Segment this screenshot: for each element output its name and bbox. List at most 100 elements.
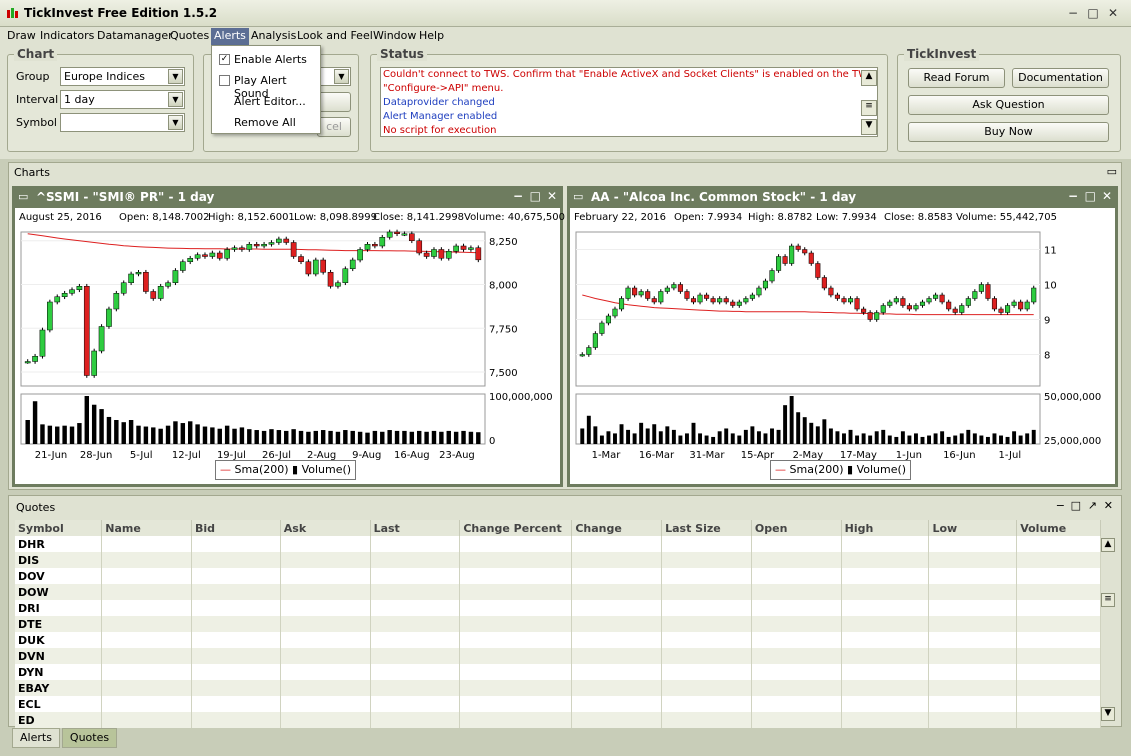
cancel-button[interactable]: cel <box>317 117 351 137</box>
candle <box>39 329 46 357</box>
tab-quotes[interactable]: Quotes <box>62 728 117 748</box>
close-icon[interactable]: ✕ <box>547 189 557 203</box>
table-row[interactable]: DIS <box>15 552 1101 568</box>
table-cell <box>928 664 1018 680</box>
table-cell <box>661 568 752 584</box>
table-row[interactable]: DVN <box>15 648 1101 664</box>
menu-item-alert-editor[interactable]: Alert Editor... <box>234 95 306 108</box>
y-tick-label: 9 <box>1044 316 1050 327</box>
scroll-up-icon[interactable]: ▲ <box>1101 538 1115 552</box>
chevron-down-icon[interactable]: ▼ <box>168 92 183 107</box>
table-row[interactable]: DOW <box>15 584 1101 600</box>
chevron-down-icon[interactable]: ▼ <box>168 115 183 130</box>
group-select[interactable]: Europe Indices ▼ <box>60 67 185 86</box>
close-icon[interactable]: ✕ <box>1102 189 1112 203</box>
candle <box>386 231 393 238</box>
table-row[interactable]: DYN <box>15 664 1101 680</box>
volume-bar <box>842 433 846 444</box>
maximize-icon[interactable]: □ <box>1071 499 1081 512</box>
table-cell <box>280 632 371 648</box>
column-header[interactable]: Bid <box>191 520 281 536</box>
column-header[interactable]: Volume <box>1016 520 1101 536</box>
table-row[interactable]: EBAY <box>15 680 1101 696</box>
read-forum-button[interactable]: Read Forum <box>908 68 1005 88</box>
minimize-icon[interactable]: − <box>1066 6 1080 20</box>
table-row[interactable]: DUK <box>15 632 1101 648</box>
table-row[interactable]: DHR <box>15 536 1101 552</box>
status-log[interactable]: Couldn't connect to TWS. Confirm that "E… <box>380 67 878 137</box>
menu-analysis[interactable]: Analysis <box>251 28 296 45</box>
column-header[interactable]: Symbol <box>15 520 103 536</box>
table-row[interactable]: DTE <box>15 616 1101 632</box>
minimize-icon[interactable]: − <box>1056 499 1065 512</box>
menu-item-enable-alerts[interactable]: Enable Alerts <box>234 53 307 66</box>
column-header[interactable]: Change <box>571 520 663 536</box>
menu-item-remove-all[interactable]: Remove All <box>234 116 296 129</box>
price-chart-svg[interactable]: 8,250 8,000 7,750 7,500 100,000,000 0 21-Jun 28… <box>15 226 560 464</box>
column-header[interactable]: Last <box>370 520 461 536</box>
column-header[interactable]: High <box>841 520 930 536</box>
enable-alerts-checkbox[interactable]: ✓ <box>219 54 230 65</box>
minimize-icon[interactable]: − <box>1068 189 1078 203</box>
menu-look-and-feel[interactable]: Look and Feel <box>297 28 373 45</box>
restore-icon[interactable]: ▭ <box>1107 165 1117 178</box>
minimize-icon[interactable]: − <box>513 189 523 203</box>
interval-select[interactable]: 1 day ▼ <box>60 90 185 109</box>
chevron-down-icon[interactable]: ▼ <box>168 69 183 84</box>
buy-now-button[interactable]: Buy Now <box>908 122 1109 142</box>
column-header[interactable]: Low <box>928 520 1018 536</box>
hidden-select[interactable]: ▼ <box>317 67 351 86</box>
volume-bar <box>652 424 657 444</box>
symbol-select[interactable]: ▼ <box>60 113 185 132</box>
volume-bar <box>704 435 709 444</box>
detach-icon[interactable]: ↗ <box>1088 499 1097 512</box>
ohlc-low: Low: 7.9934 <box>816 212 877 223</box>
app-logo-icon <box>7 8 18 18</box>
close-icon[interactable]: ✕ <box>1104 499 1113 512</box>
column-header[interactable]: Open <box>751 520 842 536</box>
candle <box>762 280 769 289</box>
scroll-up-icon[interactable]: ▲ <box>861 70 877 86</box>
scroll-down-icon[interactable]: ▼ <box>861 119 877 135</box>
scroll-thumb[interactable]: ≡ <box>861 100 877 116</box>
menu-indicators[interactable]: Indicators <box>40 28 94 45</box>
window-menu-icon[interactable]: ▭ <box>573 190 583 203</box>
table-row[interactable]: ED <box>15 712 1101 728</box>
candle <box>913 305 919 310</box>
menu-quotes[interactable]: Quotes <box>170 28 209 45</box>
scroll-down-icon[interactable]: ▼ <box>1101 707 1115 721</box>
table-cell <box>370 712 461 728</box>
maximize-icon[interactable]: □ <box>1086 6 1100 20</box>
maximize-icon[interactable]: □ <box>1085 189 1096 203</box>
menu-draw[interactable]: Draw <box>7 28 36 45</box>
table-cell <box>459 664 573 680</box>
menu-alerts[interactable]: Alerts <box>211 28 249 45</box>
volume-bar <box>25 420 30 444</box>
tab-alerts[interactable]: Alerts <box>12 728 60 748</box>
window-menu-icon[interactable]: ▭ <box>18 190 28 203</box>
menu-datamanager[interactable]: Datamanager <box>97 28 173 45</box>
play-sound-checkbox[interactable] <box>219 75 230 86</box>
column-header[interactable]: Name <box>101 520 193 536</box>
chevron-down-icon[interactable]: ▼ <box>334 69 349 84</box>
table-row[interactable]: DRI <box>15 600 1101 616</box>
column-header[interactable]: Ask <box>280 520 371 536</box>
documentation-button[interactable]: Documentation <box>1012 68 1109 88</box>
table-cell <box>571 536 663 552</box>
table-row[interactable]: DOV <box>15 568 1101 584</box>
close-icon[interactable]: ✕ <box>1106 6 1120 20</box>
table-cell <box>1016 648 1101 664</box>
ask-question-button[interactable]: Ask Question <box>908 95 1109 115</box>
volume-bar <box>254 430 259 444</box>
scroll-thumb[interactable]: ≡ <box>1101 593 1115 607</box>
symbol-cell: DOV <box>15 568 103 584</box>
hidden-button[interactable] <box>317 92 351 112</box>
menu-help[interactable]: Help <box>419 28 444 45</box>
menu-window[interactable]: Window <box>373 28 416 45</box>
maximize-icon[interactable]: □ <box>530 189 541 203</box>
column-header[interactable]: Change Percent <box>459 520 573 536</box>
table-cell <box>459 696 573 712</box>
column-header[interactable]: Last Size <box>661 520 752 536</box>
table-row[interactable]: ECL <box>15 696 1101 712</box>
price-chart-svg[interactable]: 11 10 9 8 50,000,000 25,000,000 1-Mar 16-Mar 31-… <box>570 226 1115 464</box>
